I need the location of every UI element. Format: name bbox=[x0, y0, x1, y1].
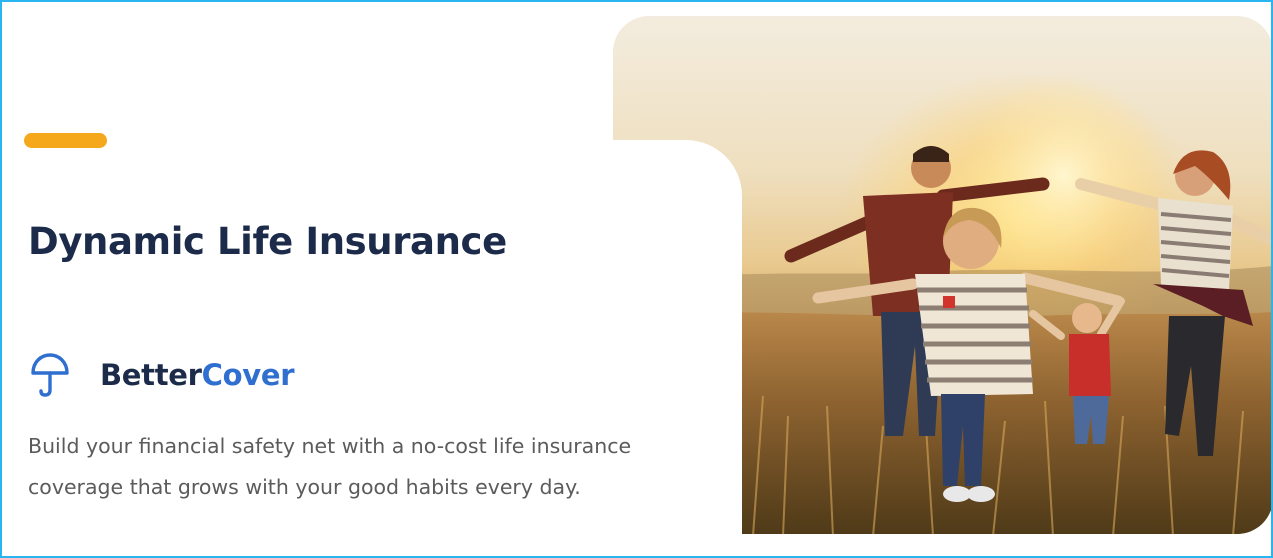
brand-name-part1: Better bbox=[100, 358, 202, 392]
umbrella-icon bbox=[31, 353, 69, 397]
description: Build your financial safety net with a n… bbox=[28, 434, 632, 499]
accent-bar bbox=[24, 133, 107, 148]
brand-logo: BetterCover bbox=[30, 352, 295, 398]
insurance-banner: Dynamic Life Insurance BetterCover Build… bbox=[0, 0, 1273, 558]
page-title: Dynamic Life Insurance bbox=[28, 220, 507, 263]
brand-name-part2: Cover bbox=[201, 358, 295, 392]
brand-name: BetterCover bbox=[100, 358, 295, 392]
